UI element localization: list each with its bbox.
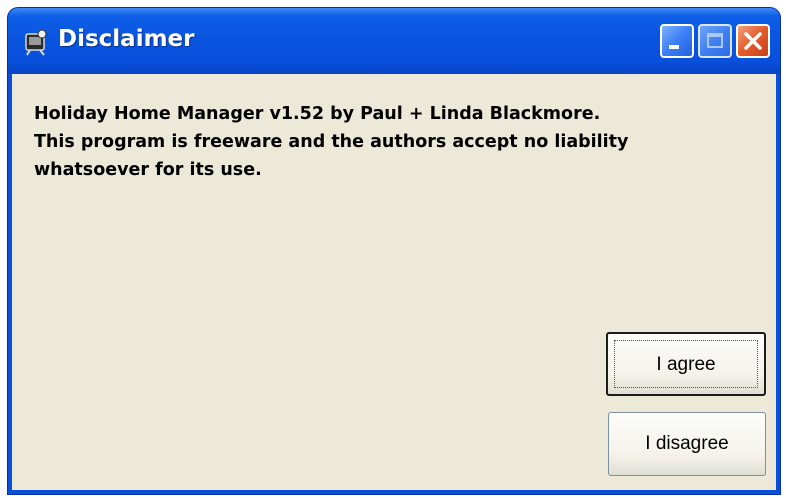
agree-button[interactable]: I agree — [606, 332, 766, 396]
app-icon — [22, 28, 50, 56]
message-line-2: This program is freeware and the authors… — [34, 132, 629, 152]
message-line-3: whatsoever for its use. — [34, 160, 262, 180]
disclaimer-message: Holiday Home Manager v1.52 by Paul + Lin… — [34, 100, 754, 184]
disagree-button[interactable]: I disagree — [608, 412, 766, 476]
maximize-button[interactable] — [698, 24, 732, 58]
minimize-button[interactable] — [660, 24, 694, 58]
message-line-1: Holiday Home Manager v1.52 by Paul + Lin… — [34, 104, 601, 124]
dialog-body: Holiday Home Manager v1.52 by Paul + Lin… — [12, 74, 776, 490]
close-button[interactable] — [736, 24, 770, 58]
window-title: Disclaimer — [58, 26, 195, 52]
disagree-button-label: I disagree — [645, 433, 729, 454]
title-bar[interactable]: Disclaimer — [8, 8, 780, 74]
agree-button-label: I agree — [656, 354, 716, 375]
disclaimer-dialog: Disclaimer Holiday Home Manager v1.52 by… — [8, 8, 780, 494]
